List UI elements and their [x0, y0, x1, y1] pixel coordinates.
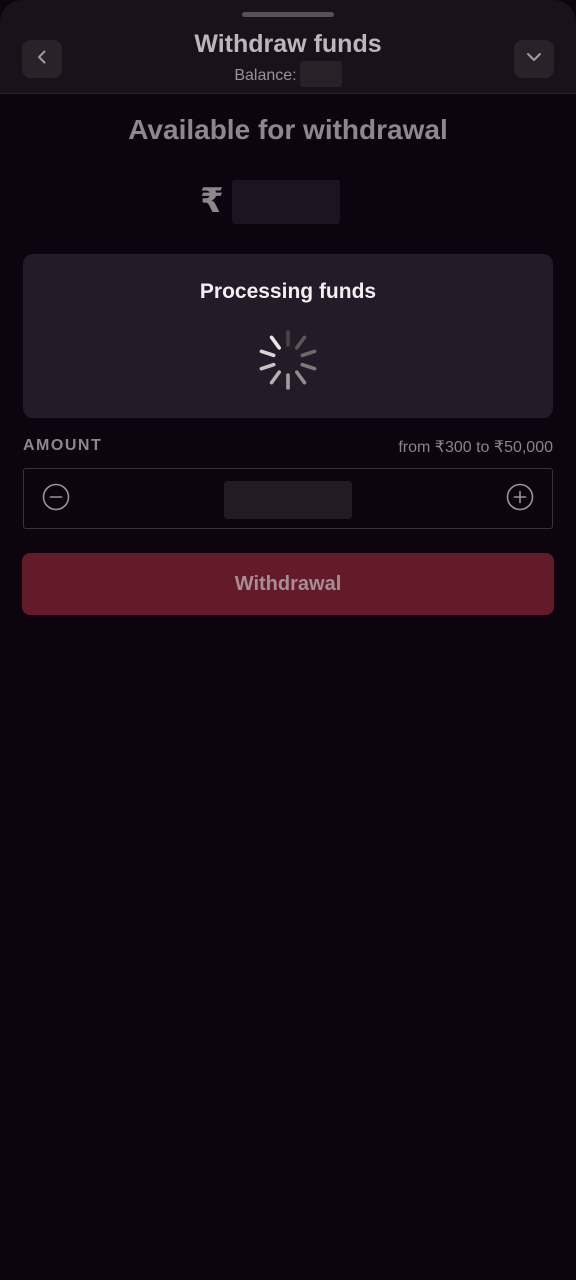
sheet-header: Withdraw funds Balance:: [0, 0, 576, 94]
increase-button[interactable]: [506, 483, 534, 516]
currency-symbol: ₹: [200, 182, 224, 220]
collapse-button[interactable]: [514, 40, 554, 78]
withdraw-sheet: Withdraw funds Balance: Available for wi…: [0, 0, 576, 1280]
balance-display: Balance:: [0, 61, 576, 87]
spinner-spoke: [295, 370, 307, 385]
loading-spinner-icon: [259, 330, 317, 390]
processing-title: Processing funds: [199, 280, 377, 303]
drag-handle[interactable]: [242, 12, 334, 17]
spinner-spoke: [269, 370, 281, 385]
amount-label: AMOUNT: [23, 437, 103, 454]
amount-value-redacted: [224, 481, 352, 519]
available-amount: ₹: [200, 178, 340, 226]
minus-circle-icon: [42, 483, 70, 516]
spinner-spoke: [300, 362, 317, 371]
available-title: Available for withdrawal: [128, 114, 448, 145]
spinner-spoke: [259, 349, 276, 358]
balance-label: Balance:: [234, 67, 297, 84]
page-title: Withdraw funds: [194, 30, 382, 58]
decrease-button[interactable]: [42, 483, 70, 516]
spinner-spoke: [295, 335, 307, 350]
withdrawal-button[interactable]: Withdrawal: [22, 553, 554, 615]
spinner-spoke: [259, 362, 276, 371]
spinner-spoke: [300, 349, 317, 358]
amount-input[interactable]: [23, 468, 553, 529]
amount-range: from ₹300 to ₹50,000: [398, 439, 553, 456]
plus-circle-icon: [506, 483, 534, 516]
chevron-down-icon: [525, 48, 543, 71]
processing-card: Processing funds: [23, 254, 553, 418]
balance-value-redacted: [299, 61, 342, 87]
available-amount-redacted: [231, 180, 340, 224]
spinner-spoke: [269, 335, 281, 350]
